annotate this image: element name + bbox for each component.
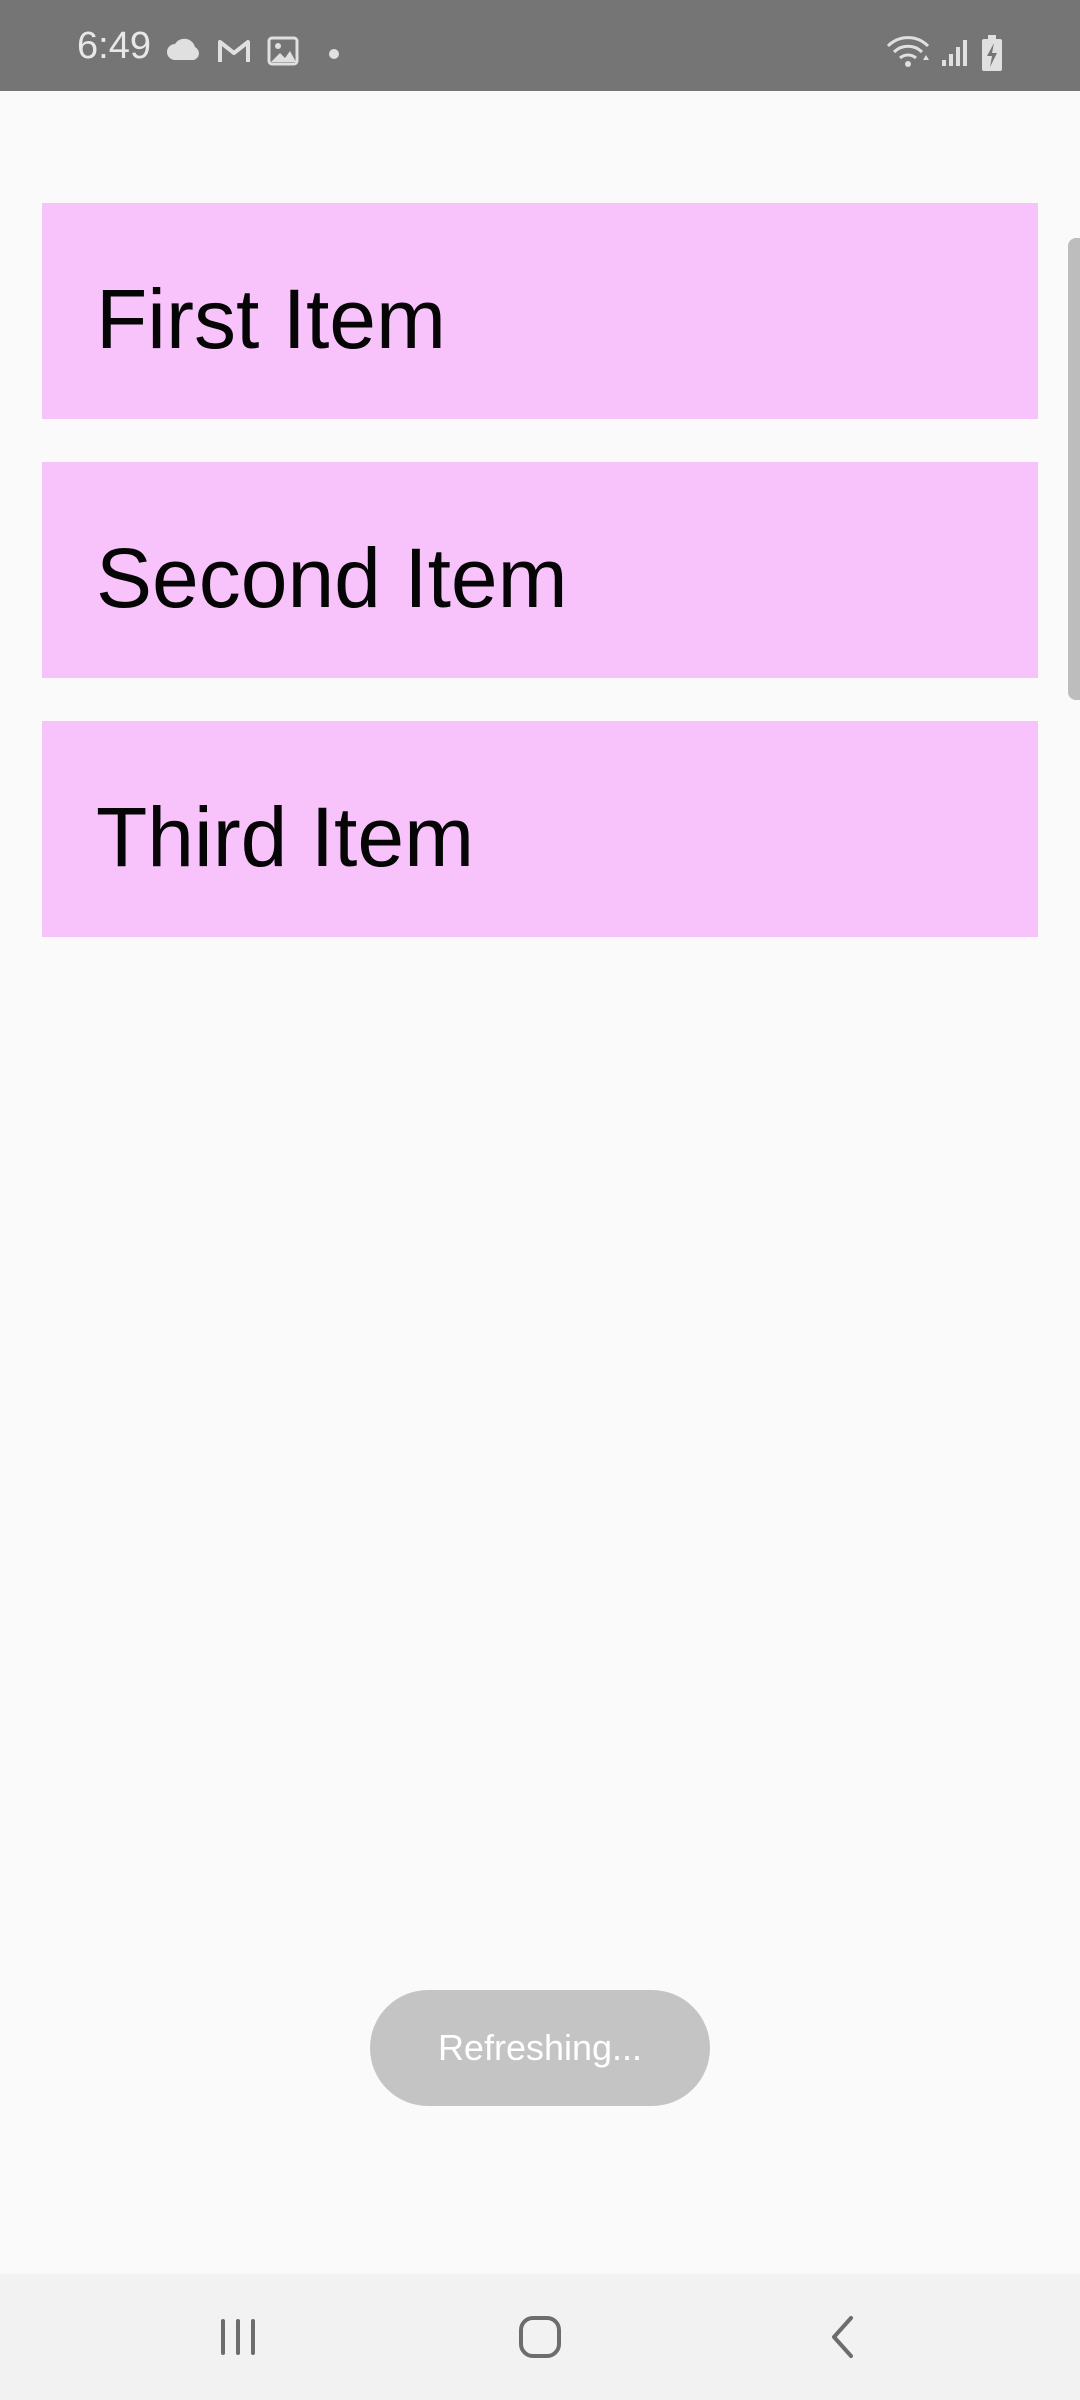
navigation-bar bbox=[0, 2274, 1080, 2400]
list-item[interactable]: First Item bbox=[42, 203, 1038, 419]
signal-icon bbox=[940, 38, 970, 73]
back-button[interactable] bbox=[783, 2294, 903, 2380]
refreshing-toast: Refreshing... bbox=[370, 1990, 710, 2106]
status-time: 6:49 bbox=[77, 25, 151, 67]
scrollbar-thumb[interactable] bbox=[1068, 238, 1080, 700]
battery-charging-icon bbox=[980, 34, 1004, 77]
back-icon bbox=[832, 2316, 853, 2358]
home-icon bbox=[519, 2316, 561, 2358]
home-button[interactable] bbox=[480, 2294, 600, 2380]
list-item-label: Third Item bbox=[96, 790, 475, 884]
list-item[interactable]: Second Item bbox=[42, 462, 1038, 678]
recent-apps-button[interactable] bbox=[178, 2294, 298, 2380]
list-item-label: First Item bbox=[96, 272, 446, 366]
list-item[interactable]: Third Item bbox=[42, 721, 1038, 937]
status-bar: 6:49 bbox=[0, 0, 1080, 91]
dot-icon bbox=[328, 47, 340, 65]
list-item-label: Second Item bbox=[96, 531, 568, 625]
gallery-icon bbox=[267, 36, 299, 71]
gmail-icon bbox=[217, 38, 251, 69]
cloud-icon bbox=[166, 38, 202, 67]
recent-apps-icon bbox=[221, 2319, 255, 2355]
wifi-icon bbox=[885, 34, 931, 75]
